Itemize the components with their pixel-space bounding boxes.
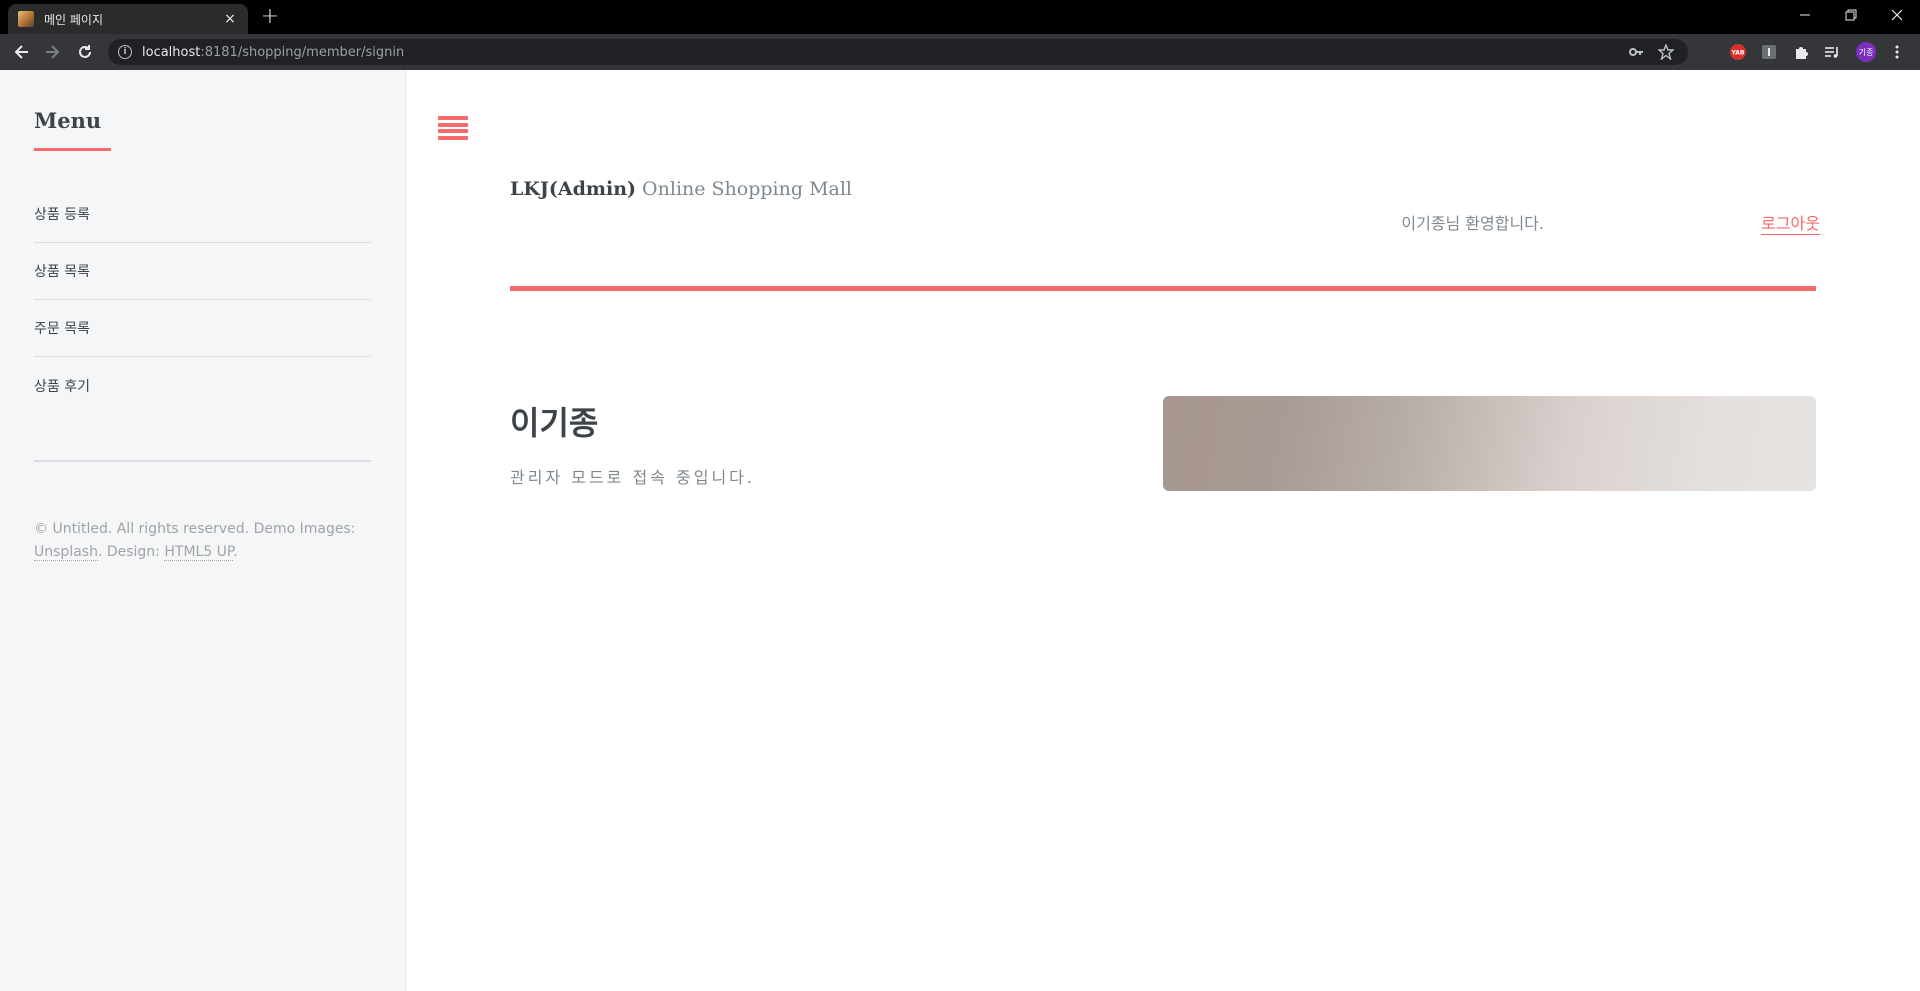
site-info-icon[interactable]: i	[118, 45, 132, 59]
sidebar: Menu 상품 등록 상품 목록 주문 목록 상품 후기 © Untitled.…	[0, 70, 406, 991]
forward-button[interactable]	[40, 40, 64, 64]
puzzle-icon[interactable]	[1792, 43, 1810, 61]
page: Menu 상품 등록 상품 목록 주문 목록 상품 후기 © Untitled.…	[0, 70, 1920, 991]
browser-tab[interactable]: 메인 페이지 ×	[8, 4, 248, 34]
back-button[interactable]	[10, 40, 34, 64]
site-logo[interactable]: LKJ(Admin) Online Shopping Mall	[510, 178, 852, 200]
close-window-button[interactable]	[1874, 0, 1920, 30]
minimize-button[interactable]	[1782, 0, 1828, 30]
new-tab-button[interactable]: +	[258, 6, 282, 30]
yab-extension-icon[interactable]: YAB	[1729, 43, 1747, 61]
favicon-icon	[18, 11, 34, 27]
sidebar-item-product-list[interactable]: 상품 목록	[34, 243, 371, 300]
reading-list-icon[interactable]	[1823, 43, 1841, 61]
browser-toolbar: i localhost:8181/shopping/member/signin …	[0, 34, 1920, 70]
sidebar-item-order-list[interactable]: 주문 목록	[34, 300, 371, 357]
logo-subtitle: Online Shopping Mall	[636, 178, 853, 200]
browser-tab-strip: 메인 페이지 × +	[0, 0, 1920, 34]
banner-subtitle: 관리자 모드로 접속 중입니다.	[510, 468, 755, 487]
svg-text:YAB: YAB	[1731, 50, 1745, 57]
sidebar-item-product-reviews[interactable]: 상품 후기	[34, 357, 371, 414]
header-divider	[510, 286, 1816, 291]
logo-brand: LKJ(Admin)	[510, 178, 637, 200]
banner-image	[1163, 396, 1816, 491]
address-url[interactable]: localhost:8181/shopping/member/signin	[142, 45, 1628, 60]
arrow-left-icon	[14, 45, 28, 59]
restore-button[interactable]	[1828, 0, 1874, 30]
footer-copyright: © Untitled. All rights reserved. Demo Im…	[34, 521, 356, 537]
minimize-icon	[1800, 14, 1810, 16]
unsplash-link[interactable]: Unsplash	[34, 544, 98, 561]
sidebar-menu: 상품 등록 상품 목록 주문 목록 상품 후기	[34, 186, 371, 414]
more-menu-icon[interactable]	[1888, 43, 1906, 61]
welcome-text: 이기종님 환영합니다.	[1401, 214, 1544, 233]
sidebar-item-product-register[interactable]: 상품 등록	[34, 186, 371, 243]
logout-link[interactable]: 로그아웃	[1761, 210, 1820, 235]
hamburger-menu-icon[interactable]	[438, 116, 468, 140]
close-icon	[1891, 9, 1903, 21]
footer-design-label: . Design:	[97, 544, 160, 560]
restore-icon	[1845, 9, 1857, 21]
address-bar[interactable]: i localhost:8181/shopping/member/signin	[108, 39, 1688, 65]
sidebar-divider	[34, 460, 371, 462]
html5up-link[interactable]: HTML5 UP	[164, 544, 234, 561]
reload-button[interactable]	[73, 40, 97, 64]
footer-suffix: .	[233, 544, 238, 560]
reload-icon	[79, 45, 91, 58]
banner-title: 이기종	[510, 404, 599, 442]
i-extension-icon[interactable]	[1760, 43, 1778, 61]
menu-heading-underline	[34, 148, 111, 151]
tab-close-icon[interactable]: ×	[222, 11, 238, 27]
menu-heading: Menu	[34, 108, 102, 133]
star-icon[interactable]	[1658, 44, 1674, 60]
sidebar-footer: © Untitled. All rights reserved. Demo Im…	[34, 518, 371, 564]
tab-title: 메인 페이지	[44, 12, 104, 27]
profile-avatar[interactable]: 기종	[1856, 42, 1876, 62]
arrow-right-icon	[46, 45, 60, 59]
main-content: LKJ(Admin) Online Shopping Mall 이기종님 환영합…	[406, 70, 1920, 991]
key-icon[interactable]	[1628, 44, 1644, 60]
